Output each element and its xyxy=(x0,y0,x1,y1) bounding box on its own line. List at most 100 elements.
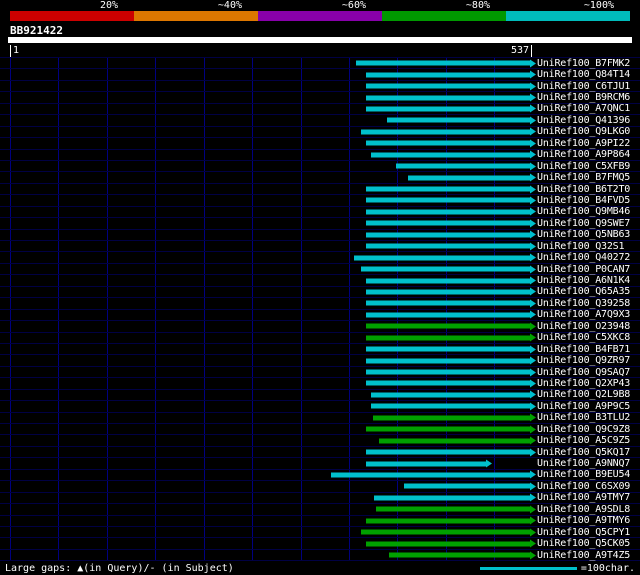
hit-bar[interactable] xyxy=(331,470,536,479)
arrow-right-icon xyxy=(529,82,536,91)
hit-bar[interactable] xyxy=(366,459,493,468)
arrow-right-icon xyxy=(529,390,536,399)
hit-label[interactable]: UniRef100_A5C9Z5 xyxy=(537,435,630,446)
hit-bar[interactable] xyxy=(366,104,536,113)
hit-label[interactable]: UniRef100_Q9LKG0 xyxy=(537,126,630,137)
hit-label[interactable]: UniRef100_Q2XP43 xyxy=(537,378,630,389)
hit-label[interactable]: UniRef100_C6SX09 xyxy=(537,481,630,492)
hit-bar[interactable] xyxy=(374,493,536,502)
hit-bar[interactable] xyxy=(366,219,536,228)
hit-label[interactable]: UniRef100_A9T4Z5 xyxy=(537,550,630,561)
hit-bar[interactable] xyxy=(353,253,536,262)
hit-row: UniRef100_Q9SAQ7 xyxy=(0,367,640,379)
hit-bar[interactable] xyxy=(366,185,536,194)
hit-label[interactable]: UniRef100_Q5KQ17 xyxy=(537,447,630,458)
hit-label[interactable]: UniRef100_A9P864 xyxy=(537,149,630,160)
hit-bar[interactable] xyxy=(404,482,536,491)
hit-bar[interactable] xyxy=(371,390,536,399)
hit-bar[interactable] xyxy=(366,379,536,388)
hit-bar[interactable] xyxy=(366,368,536,377)
hit-row: UniRef100_B4FB71 xyxy=(0,344,640,356)
hit-row: UniRef100_Q5CPY1 xyxy=(0,527,640,539)
hit-label[interactable]: UniRef100_Q5CPY1 xyxy=(537,527,630,538)
hit-label[interactable]: UniRef100_Q40272 xyxy=(537,252,630,263)
hit-label[interactable]: UniRef100_Q65A35 xyxy=(537,286,630,297)
hit-label[interactable]: UniRef100_Q2L9B8 xyxy=(537,389,630,400)
hit-label[interactable]: UniRef100_B4FB71 xyxy=(537,344,630,355)
hit-bar[interactable] xyxy=(366,242,536,251)
hit-label[interactable]: UniRef100_P0CAN7 xyxy=(537,264,630,275)
hit-label[interactable]: UniRef100_A9TMY7 xyxy=(537,492,630,503)
arrow-right-icon xyxy=(529,436,536,445)
hit-label[interactable]: UniRef100_Q5NB63 xyxy=(537,229,630,240)
hit-bar[interactable] xyxy=(366,333,536,342)
hit-track xyxy=(10,184,536,194)
hit-label[interactable]: UniRef100_C5XFB9 xyxy=(537,161,630,172)
hit-bar[interactable] xyxy=(366,299,536,308)
hit-label[interactable]: UniRef100_B7FMQ5 xyxy=(537,172,630,183)
hit-label[interactable]: UniRef100_B4FVD5 xyxy=(537,195,630,206)
arrow-right-icon xyxy=(529,150,536,159)
hit-bar[interactable] xyxy=(373,413,536,422)
hit-bar[interactable] xyxy=(366,70,536,79)
hit-bar[interactable] xyxy=(366,448,536,457)
hit-label[interactable]: UniRef100_Q84T14 xyxy=(537,69,630,80)
hit-label[interactable]: UniRef100_Q9SWE7 xyxy=(537,218,630,229)
hit-bar[interactable] xyxy=(366,425,536,434)
hit-bar[interactable] xyxy=(360,528,536,537)
hit-bar[interactable] xyxy=(396,162,536,171)
hit-row: UniRef100_B4FVD5 xyxy=(0,195,640,207)
hit-bar[interactable] xyxy=(376,505,536,514)
hit-row: UniRef100_Q2XP43 xyxy=(0,378,640,390)
hit-bar[interactable] xyxy=(386,116,536,125)
hit-bar[interactable] xyxy=(366,276,536,285)
hit-label[interactable]: UniRef100_A9PI22 xyxy=(537,138,630,149)
hit-bar[interactable] xyxy=(366,356,536,365)
hit-label[interactable]: UniRef100_Q39258 xyxy=(537,298,630,309)
hit-label[interactable]: UniRef100_A7QNC1 xyxy=(537,103,630,114)
hit-label[interactable]: UniRef100_Q41396 xyxy=(537,115,630,126)
hit-label[interactable]: UniRef100_O23948 xyxy=(537,321,630,332)
hit-bar[interactable] xyxy=(360,127,536,136)
hit-bar[interactable] xyxy=(366,539,536,548)
hit-label[interactable]: UniRef100_B6T2T0 xyxy=(537,184,630,195)
hit-bar[interactable] xyxy=(366,82,536,91)
hit-bar[interactable] xyxy=(407,173,536,182)
hit-bar[interactable] xyxy=(366,196,536,205)
hit-bar[interactable] xyxy=(360,265,536,274)
hit-label[interactable]: UniRef100_B9RCM6 xyxy=(537,92,630,103)
hit-bar[interactable] xyxy=(366,93,536,102)
hit-bar[interactable] xyxy=(366,322,536,331)
hit-label[interactable]: UniRef100_Q5CK05 xyxy=(537,538,630,549)
hit-bar[interactable] xyxy=(366,345,536,354)
hit-label[interactable]: UniRef100_A9SDL8 xyxy=(537,504,630,515)
hit-label[interactable]: UniRef100_A9NNQ7 xyxy=(537,458,630,469)
hit-label[interactable]: UniRef100_Q9MB46 xyxy=(537,206,630,217)
hit-label[interactable]: UniRef100_A6N1K4 xyxy=(537,275,630,286)
hit-bar[interactable] xyxy=(366,310,536,319)
hit-row: UniRef100_Q9ZR97 xyxy=(0,355,640,367)
hit-bar[interactable] xyxy=(378,436,536,445)
hit-label[interactable]: UniRef100_Q9ZR97 xyxy=(537,355,630,366)
hit-bar[interactable] xyxy=(355,59,536,68)
hit-label[interactable]: UniRef100_B7FMK2 xyxy=(537,58,630,69)
hit-bar[interactable] xyxy=(366,516,536,525)
hit-label[interactable]: UniRef100_A7Q9X3 xyxy=(537,309,630,320)
hit-bar[interactable] xyxy=(366,139,536,148)
hit-label[interactable]: UniRef100_Q32S1 xyxy=(537,241,625,252)
hit-label[interactable]: UniRef100_Q9C9Z8 xyxy=(537,424,630,435)
hit-label[interactable]: UniRef100_C5XKC8 xyxy=(537,332,630,343)
hit-label[interactable]: UniRef100_A9TMY6 xyxy=(537,515,630,526)
hit-bar[interactable] xyxy=(371,402,536,411)
hit-bar[interactable] xyxy=(366,230,536,239)
hit-label[interactable]: UniRef100_B9EU54 xyxy=(537,469,630,480)
hit-label[interactable]: UniRef100_B3TLU2 xyxy=(537,412,630,423)
hit-label[interactable]: UniRef100_Q9SAQ7 xyxy=(537,367,630,378)
hit-bar[interactable] xyxy=(371,150,536,159)
hit-bar[interactable] xyxy=(366,207,536,216)
hit-label[interactable]: UniRef100_C6TJU1 xyxy=(537,81,630,92)
arrow-right-icon xyxy=(529,551,536,560)
hit-label[interactable]: UniRef100_A9P9C5 xyxy=(537,401,630,412)
hit-bar[interactable] xyxy=(366,287,536,296)
hit-bar[interactable] xyxy=(388,551,536,560)
